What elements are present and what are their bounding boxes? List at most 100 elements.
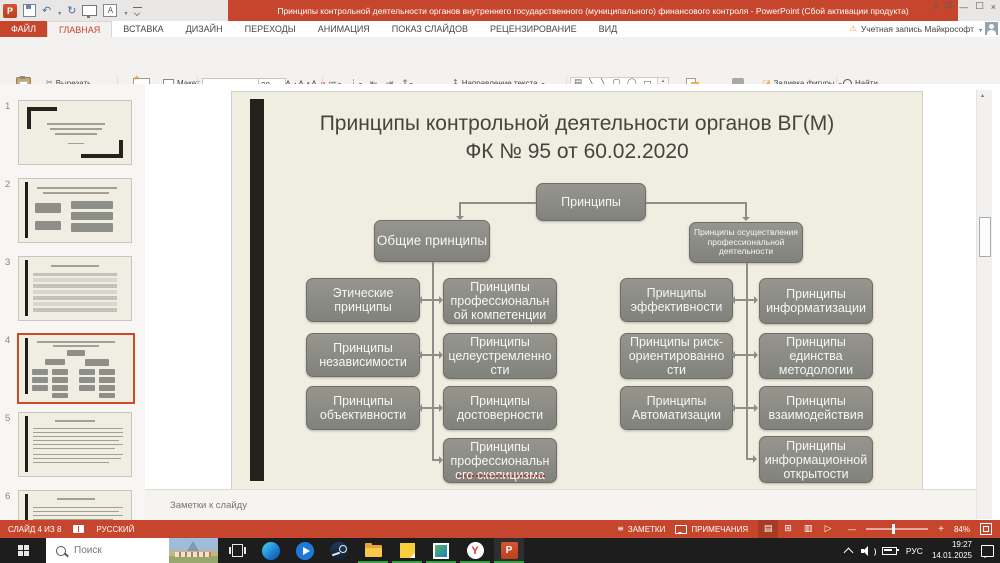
connector: [746, 263, 748, 460]
arrowhead: [742, 217, 750, 221]
zoom-level[interactable]: 84%: [954, 525, 970, 534]
diagram-box[interactable]: Принципы целеустремленно сти: [443, 333, 557, 379]
notes-toggle[interactable]: ≡ ЗАМЕТКИ: [617, 525, 665, 534]
redo-icon[interactable]: ↻: [67, 5, 76, 16]
spellcheck-icon[interactable]: [73, 525, 84, 533]
powerpoint-window: Принципы контрольной деятельности органо…: [0, 0, 1000, 563]
zoom-in-button[interactable]: +: [938, 524, 944, 535]
task-view-button[interactable]: [222, 538, 252, 563]
action-center-icon[interactable]: [981, 545, 994, 557]
volume-icon[interactable]: [861, 546, 873, 556]
photos-app-button[interactable]: [426, 538, 456, 563]
slide-thumbnail-6[interactable]: [18, 490, 132, 520]
file-explorer-button[interactable]: [358, 538, 388, 563]
tray-language[interactable]: РУС: [906, 546, 923, 556]
start-button[interactable]: [0, 538, 46, 563]
steam-app-button[interactable]: [324, 538, 354, 563]
view-slide-sorter-button[interactable]: ⊞: [778, 520, 798, 538]
powerpoint-logo-icon: P: [3, 4, 17, 18]
edge-icon: [262, 542, 280, 560]
diagram-box[interactable]: Принципы объективности: [306, 386, 420, 430]
slide-thumbnail-1[interactable]: [18, 100, 132, 165]
diagram-box[interactable]: Принципы профессиональн ой компетенции: [443, 278, 557, 324]
diagram-box[interactable]: Принципы риск- ориентированно сти: [620, 333, 733, 379]
diagram-box[interactable]: Принципы эффективности: [620, 278, 733, 322]
tab-view[interactable]: ВИД: [588, 21, 629, 37]
edge-app-button[interactable]: [256, 538, 286, 563]
tab-home[interactable]: ГЛАВНАЯ: [47, 21, 112, 37]
status-bar: СЛАЙД 4 ИЗ 8 РУССКИЙ ≡ ЗАМЕТКИ ПРИМЕЧАНИ…: [0, 520, 1000, 538]
close-button[interactable]: ×: [991, 2, 996, 12]
windows-logo-icon: [18, 545, 23, 550]
diagram-box[interactable]: Принципы независимости: [306, 333, 420, 377]
start-slideshow-icon[interactable]: [82, 5, 97, 16]
media-app-button[interactable]: [290, 538, 320, 563]
arrowhead: [754, 296, 758, 304]
vertical-scrollbar[interactable]: ▴: [976, 90, 992, 519]
diagram-box[interactable]: Принципы взаимодействия: [759, 386, 873, 430]
tab-design[interactable]: ДИЗАЙН: [175, 21, 234, 37]
view-normal-button[interactable]: ▤: [758, 520, 778, 538]
diagram-box-general[interactable]: Общие принципы: [374, 220, 490, 262]
help-button[interactable]: ?: [933, 2, 938, 12]
slide-canvas[interactable]: Принципы контрольной деятельности органо…: [232, 92, 922, 489]
slide-thumbnail-3[interactable]: [18, 256, 132, 321]
slide-title[interactable]: Принципы контрольной деятельности органо…: [277, 110, 877, 165]
zoom-out-button[interactable]: —: [848, 525, 856, 534]
save-icon[interactable]: [23, 4, 36, 17]
account-dropdown-icon: [978, 24, 982, 34]
language-status[interactable]: РУССКИЙ: [96, 525, 134, 534]
search-widget-image[interactable]: [169, 538, 218, 563]
customize-qat-icon[interactable]: [133, 7, 142, 15]
tab-review[interactable]: РЕЦЕНЗИРОВАНИЕ: [479, 21, 588, 37]
tab-file[interactable]: ФАЙЛ: [0, 21, 47, 37]
notes-pane[interactable]: Заметки к слайду: [145, 489, 976, 520]
tab-transitions[interactable]: ПЕРЕХОДЫ: [234, 21, 307, 37]
diagram-box-professional[interactable]: Принципы осуществления профессиональной …: [689, 222, 803, 263]
account-menu[interactable]: ⚠ Учетная запись Майкрософт: [850, 22, 982, 36]
diagram-box[interactable]: Принципы достоверности: [443, 386, 557, 430]
scrollbar-up-icon[interactable]: ▴: [981, 93, 984, 99]
tray-time: 19:27: [932, 540, 972, 550]
ribbon-display-options-button[interactable]: ⊡: [945, 2, 953, 12]
slide-thumbnail-5[interactable]: [18, 412, 132, 477]
slide-thumbnail-2[interactable]: [18, 178, 132, 243]
diagram-box[interactable]: Принципы единства методологии: [759, 333, 873, 379]
diagram-box[interactable]: Этические принципы: [306, 278, 420, 322]
zoom-slider[interactable]: [866, 528, 928, 530]
tab-slideshow[interactable]: ПОКАЗ СЛАЙДОВ: [381, 21, 479, 37]
sticky-notes-button[interactable]: [392, 538, 422, 563]
tab-animations[interactable]: АНИМАЦИЯ: [307, 21, 381, 37]
arrowhead: [456, 216, 464, 220]
minimize-button[interactable]: —: [959, 2, 968, 12]
touch-mode-icon[interactable]: А: [103, 4, 117, 17]
diagram-box[interactable]: Принципы информатизации: [759, 278, 873, 324]
clock[interactable]: 19:27 14.01.2025: [932, 540, 972, 561]
scrollbar-thumb[interactable]: [979, 217, 991, 257]
view-reading-button[interactable]: ▥: [798, 520, 818, 538]
touch-mode-dropdown-icon[interactable]: [123, 2, 127, 20]
tab-insert[interactable]: ВСТАВКА: [112, 21, 174, 37]
powerpoint-taskbar-button[interactable]: P: [494, 538, 524, 563]
zoom-slider-thumb[interactable]: [892, 524, 895, 534]
search-input[interactable]: [72, 544, 156, 557]
view-slideshow-button[interactable]: ▷: [818, 520, 838, 538]
comments-toggle[interactable]: ПРИМЕЧАНИЯ: [675, 525, 748, 534]
yandex-browser-button[interactable]: Y: [460, 538, 490, 563]
undo-icon[interactable]: ↶: [42, 5, 51, 16]
restore-button[interactable]: □: [975, 2, 984, 12]
fit-to-window-button[interactable]: [980, 523, 992, 535]
connector: [735, 299, 756, 301]
tray-date: 14.01.2025: [932, 551, 972, 561]
hidden-icons-chevron[interactable]: [843, 547, 853, 557]
undo-dropdown-icon[interactable]: [57, 2, 61, 20]
diagram-box[interactable]: Принципы информационной открытости: [759, 436, 873, 483]
sticky-notes-icon: [400, 543, 415, 558]
battery-icon[interactable]: [882, 547, 897, 555]
diagram-box[interactable]: Принципы Автоматизации: [620, 386, 733, 430]
arrowhead: [731, 296, 735, 304]
slide-thumbnail-4-selected[interactable]: [17, 333, 135, 404]
diagram-box-root[interactable]: Принципы: [536, 183, 646, 221]
avatar[interactable]: [985, 22, 998, 35]
taskbar-search[interactable]: [46, 538, 218, 563]
